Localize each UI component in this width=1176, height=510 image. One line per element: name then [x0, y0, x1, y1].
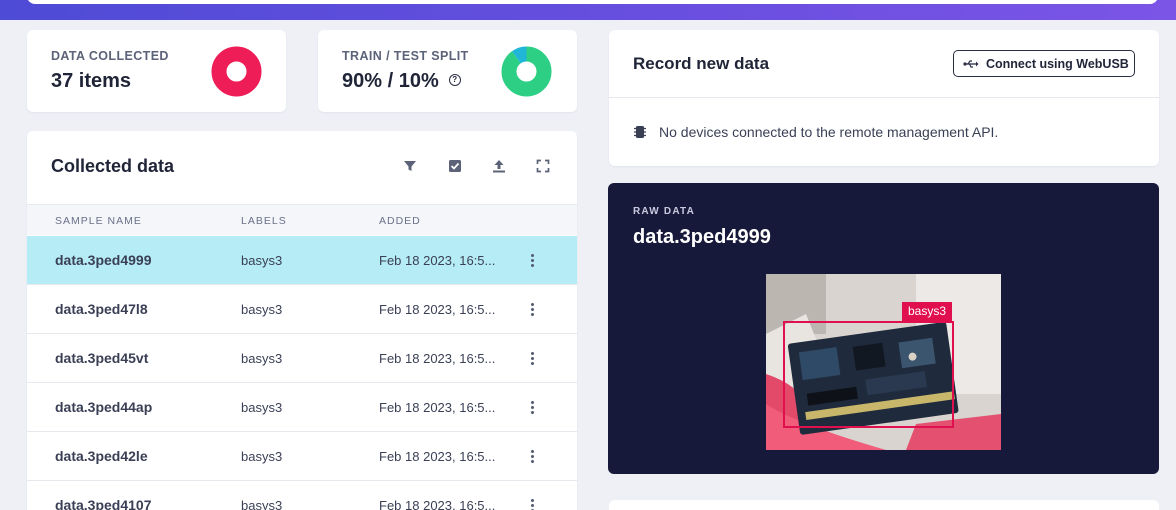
usb-icon	[963, 60, 979, 68]
connect-webusb-button[interactable]: Connect using WebUSB	[953, 50, 1135, 77]
sample-added: Feb 18 2023, 16:5...	[379, 449, 496, 464]
connect-webusb-label: Connect using WebUSB	[986, 57, 1129, 71]
top-banner-card	[27, 0, 1158, 4]
upload-icon[interactable]	[490, 157, 508, 175]
sample-name: data.3ped42le	[55, 448, 148, 464]
collected-data-title: Collected data	[51, 156, 175, 176]
next-card	[609, 500, 1159, 510]
record-new-data-title: Record new data	[633, 54, 770, 73]
more-options-icon[interactable]	[527, 448, 537, 466]
collected-data-card: Collected data SAMPLE NAME LABELS ADDED …	[27, 131, 577, 510]
more-options-icon[interactable]	[527, 252, 537, 270]
sample-label: basys3	[241, 302, 283, 317]
more-options-icon[interactable]	[527, 399, 537, 417]
column-labels[interactable]: LABELS	[241, 215, 287, 227]
sample-image: basys3	[766, 274, 1001, 450]
divider	[609, 97, 1159, 98]
record-new-data-card: Record new data Connect using WebUSB No …	[609, 30, 1159, 166]
table-row[interactable]: data.3ped47l8 basys3 Feb 18 2023, 16:5..…	[27, 285, 577, 334]
data-collected-card: DATA COLLECTED 37 items	[27, 30, 286, 112]
train-test-split-value: 90% / 10%?	[342, 70, 461, 93]
sample-added: Feb 18 2023, 16:5...	[379, 498, 496, 510]
table-row[interactable]: data.3ped45vt basys3 Feb 18 2023, 16:5..…	[27, 334, 577, 383]
table-row[interactable]: data.3ped4107 basys3 Feb 18 2023, 16:5..…	[27, 481, 577, 510]
sample-added: Feb 18 2023, 16:5...	[379, 351, 496, 366]
train-test-split-text: 90% / 10%	[342, 70, 439, 92]
train-test-split-card: TRAIN / TEST SPLIT 90% / 10%?	[318, 30, 577, 112]
raw-data-label: RAW DATA	[633, 206, 695, 217]
bounding-box-label: basys3	[902, 302, 953, 321]
help-icon[interactable]: ?	[448, 73, 461, 86]
sample-name: data.3ped44ap	[55, 399, 153, 415]
donut-train-segment	[501, 46, 552, 97]
device-chip-icon	[634, 126, 646, 138]
sample-label: basys3	[241, 449, 283, 464]
data-collected-label: DATA COLLECTED	[51, 49, 169, 63]
filter-icon[interactable]	[401, 157, 419, 175]
data-collected-donut	[211, 46, 262, 97]
more-options-icon[interactable]	[527, 301, 537, 319]
table-row[interactable]: data.3ped42le basys3 Feb 18 2023, 16:5..…	[27, 432, 577, 481]
more-options-icon[interactable]	[527, 350, 537, 368]
sample-added: Feb 18 2023, 16:5...	[379, 400, 496, 415]
table-row[interactable]: data.3ped44ap basys3 Feb 18 2023, 16:5..…	[27, 383, 577, 432]
more-options-icon[interactable]	[527, 497, 537, 510]
sample-name: data.3ped45vt	[55, 350, 149, 366]
sample-label: basys3	[241, 351, 283, 366]
select-check-icon[interactable]	[446, 157, 464, 175]
raw-data-title: data.3ped4999	[633, 226, 771, 248]
train-test-split-donut	[501, 46, 552, 97]
sample-label: basys3	[241, 253, 283, 268]
sample-label: basys3	[241, 498, 283, 510]
sample-added: Feb 18 2023, 16:5...	[379, 253, 496, 268]
no-devices-message: No devices connected to the remote manag…	[659, 124, 999, 140]
bounding-box[interactable]	[783, 321, 954, 428]
sample-name: data.3ped4107	[55, 497, 152, 510]
sample-added: Feb 18 2023, 16:5...	[379, 302, 496, 317]
sample-name: data.3ped47l8	[55, 301, 148, 317]
sample-name: data.3ped4999	[55, 252, 152, 268]
table-header: SAMPLE NAME LABELS ADDED	[27, 204, 577, 235]
data-collected-value: 37 items	[51, 70, 132, 92]
expand-icon[interactable]	[534, 157, 552, 175]
sample-label: basys3	[241, 400, 283, 415]
train-test-split-label: TRAIN / TEST SPLIT	[342, 49, 469, 63]
column-added[interactable]: ADDED	[379, 215, 421, 227]
column-sample-name[interactable]: SAMPLE NAME	[55, 215, 142, 227]
table-row[interactable]: data.3ped4999 basys3 Feb 18 2023, 16:5..…	[27, 236, 577, 285]
top-banner	[0, 0, 1176, 20]
raw-data-panel: RAW DATA data.3ped4999 basys3	[608, 183, 1159, 474]
